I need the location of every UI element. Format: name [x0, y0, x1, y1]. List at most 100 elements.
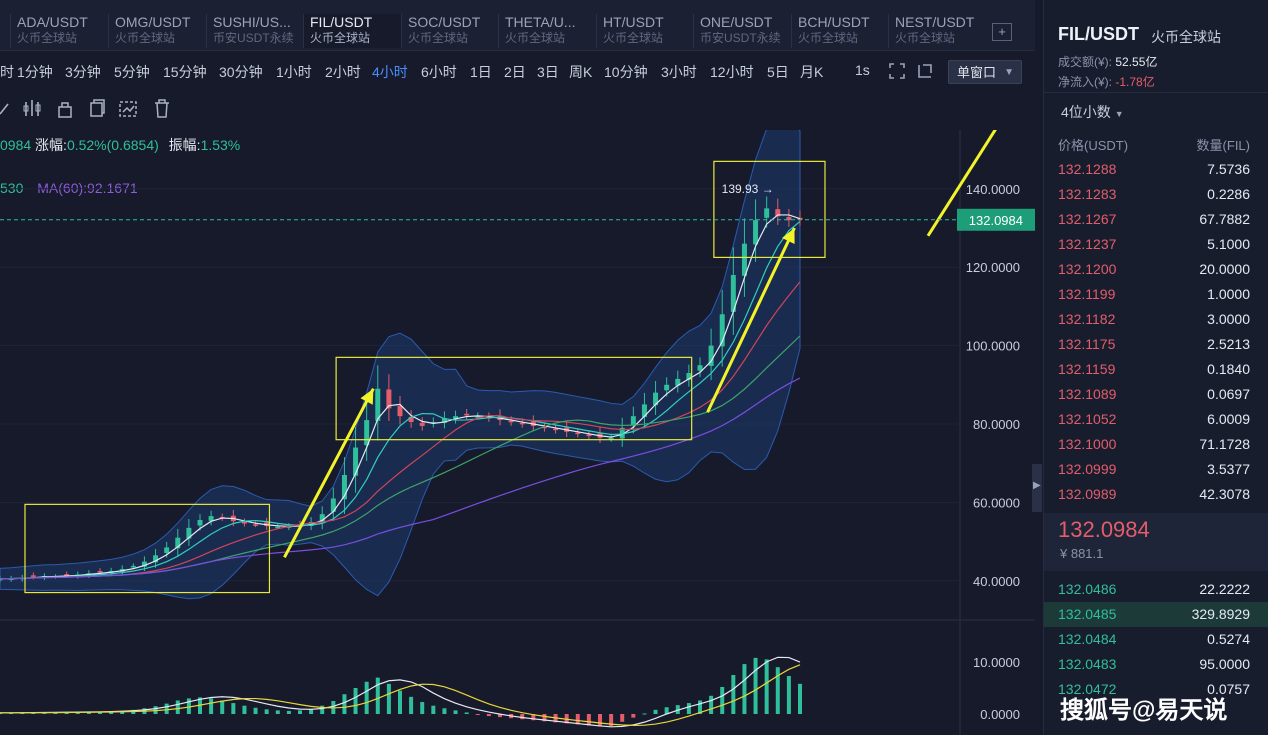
symbol-tab-bar: ADA/USDT 火币全球站 OMG/USDT 火币全球站 SUSHI/US... 币安U…: [0, 0, 1035, 51]
symbol-tab[interactable]: OMG/USDT 火币全球站: [108, 14, 206, 48]
ask-order-row[interactable]: 132.1089 0.0697: [1044, 382, 1268, 407]
interval-option[interactable]: 1日: [470, 62, 492, 82]
interval-option[interactable]: 4小时: [372, 62, 408, 82]
ask-order-row[interactable]: 132.1182 3.0000: [1044, 307, 1268, 332]
interval-option[interactable]: 1分钟: [17, 62, 53, 82]
ask-order-row[interactable]: 132.0989 42.3078: [1044, 482, 1268, 507]
candle-body: [164, 547, 170, 553]
symbol-tab[interactable]: FIL/USDT 火币全球站: [303, 14, 401, 48]
ask-order-row[interactable]: 132.1237 5.1000: [1044, 232, 1268, 257]
macd-bar: [753, 657, 758, 714]
interval-option[interactable]: 15分钟: [163, 62, 207, 82]
candle-body: [753, 220, 759, 245]
one-second-button[interactable]: 1s: [855, 62, 870, 78]
candle-icon[interactable]: [22, 98, 42, 120]
macd-bar: [631, 714, 636, 718]
ask-order-row[interactable]: 132.1052 6.0009: [1044, 407, 1268, 432]
order-quantity: 0.2286: [1207, 186, 1250, 202]
interval-option[interactable]: 6小时: [421, 62, 457, 82]
interval-option[interactable]: 1小时: [276, 62, 312, 82]
symbol-tab[interactable]: SUSHI/US... 币安USDT永续: [206, 14, 303, 48]
candle-body: [241, 522, 247, 524]
tab-exchange: 火币全球站: [408, 31, 469, 45]
last-price: 132.0984: [1058, 517, 1150, 542]
quantity-column-header: 数量(FIL): [1196, 138, 1250, 153]
macd-bar: [220, 700, 225, 714]
macd-bar: [598, 714, 602, 727]
order-quantity: 3.5377: [1207, 461, 1250, 477]
bid-order-row[interactable]: 132.0483 95.0000: [1044, 652, 1268, 677]
order-price: 132.1199: [1058, 286, 1116, 302]
interval-option[interactable]: 周K: [569, 62, 592, 82]
lock-icon[interactable]: [56, 98, 76, 120]
order-price: 132.1237: [1058, 236, 1117, 252]
macd-bar: [775, 667, 780, 714]
macd-bar: [209, 698, 214, 714]
ask-order-row[interactable]: 132.1199 1.0000: [1044, 282, 1268, 307]
ask-order-row[interactable]: 132.1200 20.0000: [1044, 257, 1268, 282]
symbol-tab[interactable]: ONE/USDT 币安USDT永续: [693, 14, 791, 48]
macd-bar: [398, 690, 402, 714]
price-tick-label: 40.0000: [973, 574, 1020, 589]
ask-order-row[interactable]: 132.1283 0.2286: [1044, 182, 1268, 207]
bid-order-row[interactable]: 132.0484 0.5274: [1044, 627, 1268, 652]
interval-option[interactable]: 月K: [800, 62, 823, 82]
bid-order-row[interactable]: 132.0485 329.8929: [1044, 602, 1268, 627]
decimals-select[interactable]: 4位小数 ▼: [1061, 102, 1124, 122]
ask-order-row[interactable]: 132.1159 0.1840: [1044, 357, 1268, 382]
order-quantity: 329.8929: [1191, 606, 1250, 622]
interval-option[interactable]: 时: [0, 62, 14, 82]
ask-order-row[interactable]: 132.1288 7.5736: [1044, 157, 1268, 182]
template-icon[interactable]: [118, 98, 138, 120]
macd-bar: [653, 709, 658, 714]
order-quantity: 67.7882: [1199, 211, 1250, 227]
tab-exchange: 火币全球站: [603, 31, 664, 45]
price-chart[interactable]: 140.0000 120.0000 100.0000 80.0000 60.0000 40…: [0, 130, 1035, 735]
current-price-label: 132.0984: [969, 213, 1023, 228]
interval-option[interactable]: 30分钟: [219, 62, 263, 82]
order-price: 132.0486: [1058, 581, 1117, 597]
interval-option[interactable]: 3日: [537, 62, 559, 82]
bid-order-row[interactable]: 132.0486 22.2222: [1044, 577, 1268, 602]
interval-option[interactable]: 3分钟: [65, 62, 101, 82]
delete-icon[interactable]: [152, 98, 172, 120]
fullscreen-icon[interactable]: [888, 62, 906, 80]
macd-bar: [264, 709, 269, 714]
tab-symbol: OMG/USDT: [115, 14, 191, 30]
panel-collapse-handle[interactable]: ▶: [1032, 464, 1042, 512]
ask-order-row[interactable]: 132.1267 67.7882: [1044, 207, 1268, 232]
symbol-tab[interactable]: ADA/USDT 火币全球站: [10, 14, 108, 48]
symbol-tab[interactable]: BCH/USDT 火币全球站: [791, 14, 888, 48]
symbol-tab[interactable]: SOC/USDT 火币全球站: [401, 14, 498, 48]
tab-symbol: THETA/U...: [505, 14, 576, 30]
order-price: 132.0989: [1058, 486, 1117, 502]
order-price: 132.1288: [1058, 161, 1117, 177]
interval-option[interactable]: 2小时: [325, 62, 361, 82]
price-tick-label: 60.0000: [973, 495, 1020, 510]
ask-order-row[interactable]: 132.0999 3.5377: [1044, 457, 1268, 482]
candle-body: [97, 571, 103, 573]
add-tab-button[interactable]: +: [992, 23, 1012, 41]
pen-icon[interactable]: [0, 98, 20, 120]
symbol-tab[interactable]: THETA/U... 火币全球站: [498, 14, 596, 48]
candle-body: [553, 428, 559, 431]
copy-icon[interactable]: [88, 98, 108, 120]
snapshot-icon[interactable]: [916, 62, 934, 80]
interval-option[interactable]: 5日: [767, 62, 789, 82]
interval-option[interactable]: 2日: [504, 62, 526, 82]
macd-bar: [620, 714, 625, 722]
interval-option[interactable]: 5分钟: [114, 62, 150, 82]
interval-option[interactable]: 3小时: [661, 62, 697, 82]
symbol-tab[interactable]: HT/USDT 火币全球站: [596, 14, 693, 48]
interval-option[interactable]: 10分钟: [604, 62, 648, 82]
macd-bar: [475, 714, 480, 715]
macd-bar: [164, 703, 169, 714]
window-mode-select[interactable]: 单窗口 ▼: [948, 60, 1022, 84]
ask-order-row[interactable]: 132.1000 71.1728: [1044, 432, 1268, 457]
ask-order-row[interactable]: 132.1175 2.5213: [1044, 332, 1268, 357]
interval-option[interactable]: 12小时: [710, 62, 754, 82]
symbol-tab[interactable]: NEST/USDT 火币全球站: [888, 14, 985, 48]
macd-bar: [442, 708, 447, 714]
macd-bar: [720, 686, 725, 714]
order-price: 132.1000: [1058, 436, 1117, 452]
